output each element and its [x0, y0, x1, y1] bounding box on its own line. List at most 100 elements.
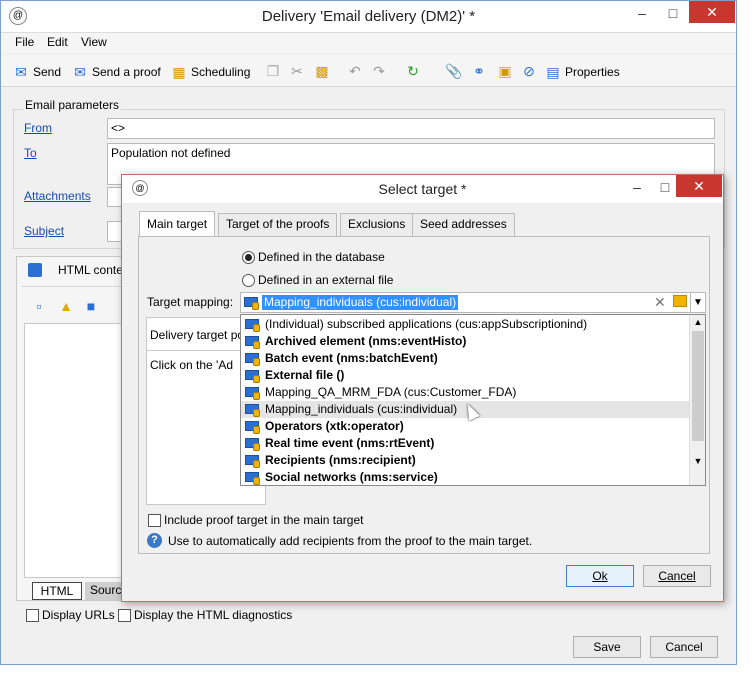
radio-defined-in-database[interactable]	[242, 251, 255, 264]
dropdown-option[interactable]: Operators (xtk:operator)	[241, 418, 689, 435]
select-target-dialog: @ Select target * – □ ✕ Main target Targ…	[121, 174, 724, 602]
ok-button[interactable]: Ok	[566, 565, 634, 587]
send-button[interactable]: ✉ Send	[13, 64, 61, 80]
maximize-button[interactable]: □	[658, 1, 688, 25]
tab-main-target[interactable]: Main target	[139, 211, 216, 237]
dialog-minimize-button[interactable]: –	[622, 175, 652, 199]
attachment-icon[interactable]: 📎	[445, 63, 462, 79]
link-icon[interactable]: ⚭	[471, 63, 487, 79]
display-urls-label: Display URLs	[42, 608, 115, 622]
target-mapping-dropdown-list[interactable]: (Individual) subscribed applications (cu…	[240, 314, 706, 486]
cut-icon[interactable]: ✂	[289, 63, 305, 79]
scheduling-button[interactable]: ▦ Scheduling	[171, 64, 250, 80]
dialog-title-bar: @ Select target * – □ ✕	[122, 175, 723, 203]
tab-target-of-proofs[interactable]: Target of the proofs	[218, 213, 338, 236]
undo-icon[interactable]: ↶	[347, 63, 363, 79]
help-icon: ?	[147, 533, 162, 548]
mapping-schema-icon	[245, 471, 261, 485]
tracking-icon[interactable]: ⊘	[521, 63, 537, 79]
refresh-icon[interactable]: ↻	[405, 63, 421, 79]
new-html-icon[interactable]: ▫	[31, 298, 47, 314]
mapping-schema-icon	[245, 403, 261, 417]
menu-view[interactable]: View	[81, 35, 107, 49]
title-bar: @ Delivery 'Email delivery (DM2)' * – □ …	[1, 1, 736, 33]
properties-button[interactable]: ▤ Properties	[545, 64, 619, 80]
gift-icon[interactable]: ▣	[497, 63, 513, 79]
dialog-close-button[interactable]: ✕	[676, 175, 722, 197]
radio-defined-external-file[interactable]	[242, 274, 255, 287]
dropdown-option[interactable]: Social networks (nms:service)	[241, 469, 689, 485]
cancel-button[interactable]: Cancel	[650, 636, 718, 658]
mapping-schema-icon	[245, 454, 261, 468]
window-title: Delivery 'Email delivery (DM2)' *	[261, 8, 476, 25]
target-mapping-label: Target mapping:	[147, 295, 234, 309]
dropdown-option[interactable]: Batch event (nms:batchEvent)	[241, 350, 689, 367]
minimize-button[interactable]: –	[627, 1, 657, 25]
dropdown-option[interactable]: (Individual) subscribed applications (cu…	[241, 316, 689, 333]
display-urls-checkbox[interactable]	[26, 609, 39, 622]
html-content-header: HTML conte	[58, 263, 123, 277]
mapping-schema-icon	[245, 420, 261, 434]
mapping-schema-icon	[245, 386, 261, 400]
folder-icon[interactable]	[673, 295, 687, 307]
from-field[interactable]: <>	[107, 118, 715, 139]
subject-link[interactable]: Subject	[24, 224, 64, 238]
dropdown-option-label: Mapping_QA_MRM_FDA (cus:Customer_FDA)	[265, 385, 517, 399]
scroll-thumb[interactable]	[692, 331, 704, 441]
tab-source[interactable]: Sourc	[85, 582, 125, 600]
mapping-schema-icon	[245, 369, 261, 383]
dropdown-option-label: External file ()	[265, 368, 345, 382]
tab-html[interactable]: HTML	[32, 582, 82, 600]
send-proof-button[interactable]: ✉ Send a proof	[72, 64, 161, 80]
close-button[interactable]: ✕	[689, 1, 735, 23]
mapping-value-icon	[244, 296, 260, 310]
open-folder-icon[interactable]: ▲	[58, 298, 74, 314]
to-link[interactable]: To	[24, 146, 37, 160]
display-diagnostics-label: Display the HTML diagnostics	[134, 608, 293, 622]
save-disk-icon[interactable]: ■	[83, 298, 99, 314]
delivery-target-label: Delivery target po	[150, 328, 245, 342]
save-button[interactable]: Save	[573, 636, 641, 658]
dropdown-option[interactable]: Mapping_QA_MRM_FDA (cus:Customer_FDA)	[241, 384, 689, 401]
menu-file[interactable]: File	[15, 35, 34, 49]
help-text: Use to automatically add recipients from…	[168, 534, 533, 548]
send-envelope-icon: ✉	[15, 64, 27, 80]
dropdown-option-label: Batch event (nms:batchEvent)	[265, 351, 438, 365]
dropdown-option-label: Real time event (nms:rtEvent)	[265, 436, 435, 450]
dropdown-option[interactable]: Archived element (nms:eventHisto)	[241, 333, 689, 350]
target-mapping-combobox[interactable]: Mapping_individuals (cus:individual) ✕ ▼	[240, 292, 706, 313]
redo-icon[interactable]: ↷	[371, 63, 387, 79]
include-proof-label: Include proof target in the main target	[164, 513, 364, 527]
html-editor-area[interactable]	[24, 323, 126, 578]
attachments-link[interactable]: Attachments	[24, 189, 91, 203]
send-proof-icon: ✉	[74, 64, 86, 80]
html-content-icon	[28, 263, 42, 277]
calendar-icon: ▦	[172, 64, 186, 80]
tab-seed-addresses[interactable]: Seed addresses	[412, 213, 515, 236]
paste-icon[interactable]: ▩	[314, 63, 330, 79]
from-link[interactable]: From	[24, 121, 52, 135]
dialog-cancel-button[interactable]: Cancel	[643, 565, 711, 587]
click-add-text: Click on the 'Ad	[150, 358, 233, 372]
copy-icon[interactable]: ❐	[265, 63, 281, 79]
dropdown-option[interactable]: Recipients (nms:recipient)	[241, 452, 689, 469]
dropdown-arrow-icon[interactable]: ▼	[690, 293, 705, 312]
mapping-value-text: Mapping_individuals (cus:individual)	[262, 295, 459, 310]
html-toolbar-divider	[21, 286, 125, 287]
scroll-up-icon[interactable]: ▲	[690, 315, 705, 329]
tab-exclusions[interactable]: Exclusions	[340, 213, 414, 236]
ok-label: Ok	[592, 569, 608, 583]
clear-icon[interactable]: ✕	[654, 294, 666, 311]
menu-edit[interactable]: Edit	[47, 35, 68, 49]
dropdown-option-label: Recipients (nms:recipient)	[265, 453, 416, 467]
dropdown-scrollbar[interactable]: ▲ ▼	[689, 315, 705, 485]
display-diagnostics-checkbox[interactable]	[118, 609, 131, 622]
dropdown-option[interactable]: Real time event (nms:rtEvent)	[241, 435, 689, 452]
scroll-down-icon[interactable]: ▼	[690, 454, 705, 468]
mapping-schema-icon	[245, 318, 261, 332]
include-proof-checkbox[interactable]	[148, 514, 161, 527]
dropdown-option-label: Mapping_individuals (cus:individual)	[265, 402, 458, 416]
dropdown-option[interactable]: External file ()	[241, 367, 689, 384]
dropdown-option-label: Operators (xtk:operator)	[265, 419, 404, 433]
clipboard-icon: ▤	[546, 64, 560, 80]
